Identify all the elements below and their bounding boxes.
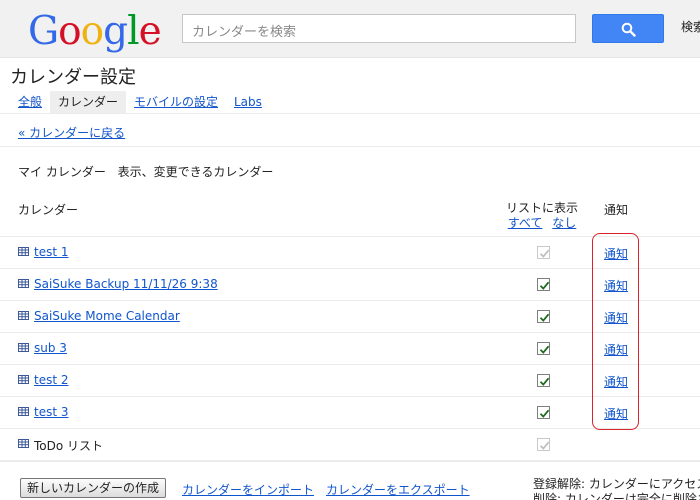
footer-notes: 登録解除: カレンダーにアクセスできなくなります。 削除: カレンダーは完全に削… bbox=[533, 470, 700, 500]
show-in-list-checkbox bbox=[537, 438, 550, 451]
search-button[interactable] bbox=[592, 14, 664, 43]
checkmark-icon bbox=[539, 281, 550, 290]
divider bbox=[0, 461, 700, 462]
calendar-grid-icon bbox=[18, 279, 29, 288]
show-in-list-checkbox[interactable] bbox=[537, 374, 550, 387]
show-in-list-label: リストに表示 bbox=[505, 201, 578, 215]
show-in-list-checkbox[interactable] bbox=[537, 342, 550, 355]
checkmark-icon bbox=[539, 409, 550, 418]
back-to-calendar-link[interactable]: « カレンダーに戻る bbox=[18, 124, 125, 141]
logo-letter: e bbox=[138, 9, 162, 54]
google-logo[interactable]: Google bbox=[28, 9, 162, 54]
checkmark-icon bbox=[539, 313, 550, 322]
calendar-row: ToDo リスト bbox=[0, 428, 700, 460]
checkmark-icon bbox=[539, 345, 550, 354]
calendar-name-link[interactable]: test 2 bbox=[34, 373, 69, 387]
logo-letter: g bbox=[103, 9, 128, 54]
calendar-grid-icon bbox=[18, 343, 29, 352]
tab-general[interactable]: 全般 bbox=[10, 91, 50, 113]
checkmark-icon bbox=[539, 377, 550, 386]
create-new-calendar-button[interactable]: 新しいカレンダーの作成 bbox=[20, 478, 167, 498]
calendar-name-link[interactable]: test 1 bbox=[34, 245, 69, 259]
logo-letter: G bbox=[28, 9, 59, 54]
calendar-name-link[interactable]: test 3 bbox=[34, 405, 69, 419]
my-calendars-section-header: マイ カレンダー 表示、変更できるカレンダー bbox=[18, 163, 273, 180]
calendar-name-link[interactable]: sub 3 bbox=[34, 341, 67, 355]
calendar-grid-icon bbox=[18, 439, 29, 448]
calendar-grid-icon bbox=[18, 375, 29, 384]
delete-note: 削除: カレンダーは完全に削除されます。 bbox=[533, 492, 700, 500]
calendar-grid-icon bbox=[18, 247, 29, 256]
show-in-list-checkbox[interactable] bbox=[537, 278, 550, 291]
checkmark-icon bbox=[539, 441, 550, 450]
export-calendar-link[interactable]: カレンダーをエクスポート bbox=[326, 481, 470, 498]
section-description: 表示、変更できるカレンダー bbox=[117, 165, 274, 179]
column-header-calendar: カレンダー bbox=[18, 203, 79, 217]
logo-letter: o bbox=[80, 9, 105, 54]
annotation-highlight-box bbox=[592, 233, 639, 430]
divider bbox=[0, 113, 700, 114]
show-none-link[interactable]: なし bbox=[552, 216, 576, 230]
tab-mobile-settings[interactable]: モバイルの設定 bbox=[126, 91, 226, 113]
tab-calendars[interactable]: カレンダー bbox=[50, 91, 127, 113]
show-all-link[interactable]: すべて bbox=[508, 216, 543, 230]
show-in-list-checkbox[interactable] bbox=[537, 406, 550, 419]
import-calendar-link[interactable]: カレンダーをインポート bbox=[182, 481, 314, 498]
calendar-name: ToDo リスト bbox=[34, 439, 104, 453]
calendar-grid-icon bbox=[18, 311, 29, 320]
show-in-list-checkbox bbox=[537, 246, 550, 259]
calendar-grid-icon bbox=[18, 407, 29, 416]
checkmark-icon bbox=[539, 249, 550, 258]
page-title: カレンダー設定 bbox=[10, 67, 136, 88]
divider bbox=[0, 146, 700, 147]
column-header-notifications: 通知 bbox=[604, 203, 629, 217]
top-bar: Google カレンダーを検索 検索 bbox=[0, 0, 700, 58]
search-icon bbox=[621, 22, 636, 37]
column-header-show-in-list: リストに表示 すべて なし bbox=[500, 201, 584, 231]
logo-letter: l bbox=[127, 9, 140, 54]
tab-labs[interactable]: Labs bbox=[226, 91, 270, 113]
logo-letter: o bbox=[58, 9, 82, 54]
search-input[interactable]: カレンダーを検索 bbox=[182, 14, 576, 43]
show-in-list-checkbox[interactable] bbox=[537, 310, 550, 323]
section-heading: マイ カレンダー bbox=[18, 165, 106, 179]
search-options-link[interactable]: 検索 bbox=[681, 18, 700, 35]
calendar-name-link[interactable]: SaiSuke Backup 11/11/26 9:38 bbox=[34, 277, 218, 291]
calendar-name-link[interactable]: SaiSuke Mome Calendar bbox=[34, 309, 180, 323]
